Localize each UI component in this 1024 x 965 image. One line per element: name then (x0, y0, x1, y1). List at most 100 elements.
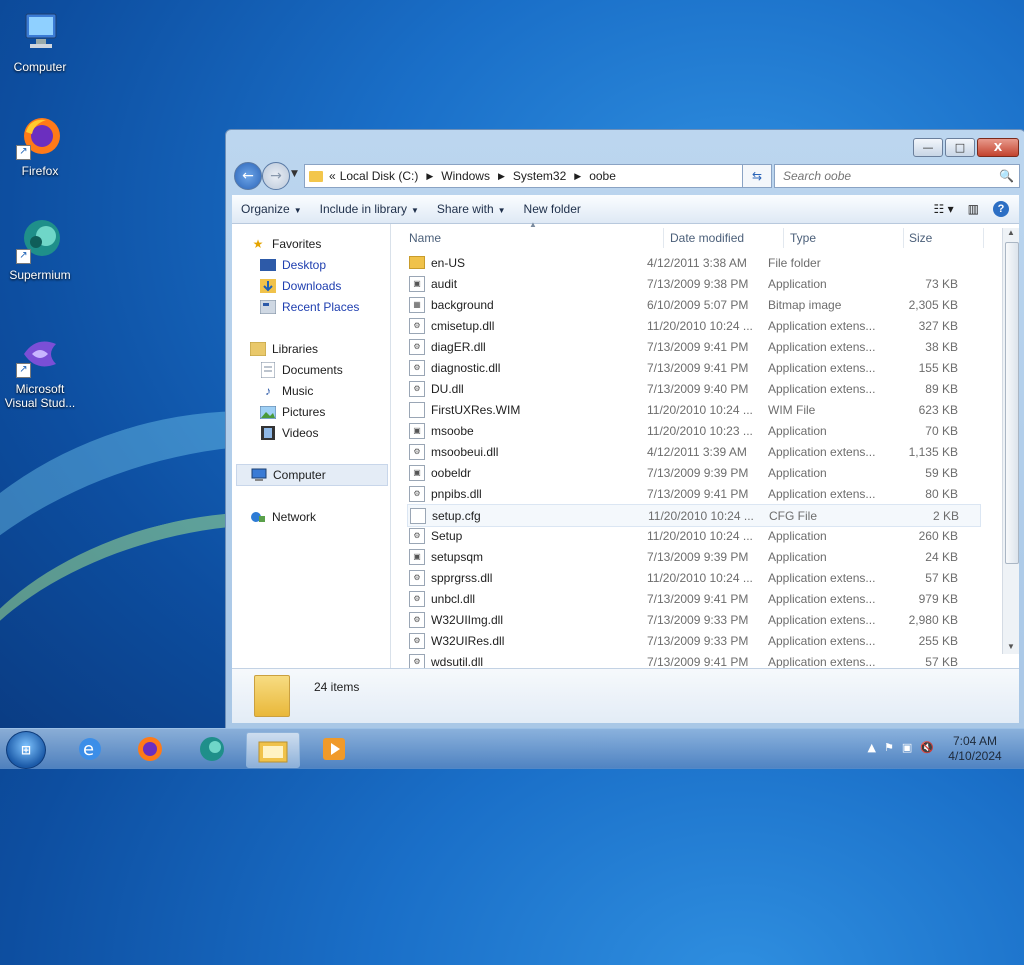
table-row[interactable]: ⚙ Setup 11/20/2010 10:24 ... Application 260… (407, 525, 979, 546)
taskbar-firefox[interactable] (124, 732, 176, 766)
nav-videos[interactable]: Videos (260, 423, 318, 443)
table-row[interactable]: ⚙ DU.dll 7/13/2009 9:40 PM Application exte… (407, 378, 979, 399)
address-bar[interactable]: « Local Disk (C:) ▶ Windows ▶ System32 ▶… (304, 164, 770, 188)
file-name: DU.dll (431, 381, 464, 396)
table-row[interactable]: ⚙ spprgrss.dll 11/20/2010 10:24 ... Applica… (407, 567, 979, 588)
nav-label: Favorites (272, 237, 322, 251)
windows-logo-icon: ⊞ (20, 743, 32, 757)
view-options-icon[interactable]: ☷ ▾ (934, 202, 954, 216)
nav-label: Videos (282, 426, 319, 440)
breadcrumb-overflow[interactable]: « (329, 169, 336, 183)
desktop-icon-computer[interactable]: Computer (0, 8, 80, 74)
file-type: Application extens... (768, 339, 876, 354)
network-status-icon[interactable]: ▣ (902, 741, 912, 754)
table-row[interactable]: ▣ oobeldr 7/13/2009 9:39 PM Application 59 K… (407, 462, 979, 483)
clock[interactable]: 7:04 AM 4/10/2024 (938, 734, 1012, 764)
show-hidden-icons-icon[interactable]: ▲ (868, 741, 876, 754)
table-row[interactable]: ⚙ W32UIImg.dll 7/13/2009 9:33 PM Applicatio… (407, 609, 979, 630)
volume-muted-icon[interactable]: 🔇 (920, 741, 934, 754)
column-header-name[interactable]: Name ▲ (409, 220, 664, 248)
include-in-library-button[interactable]: Include in library ▼ (311, 202, 428, 216)
table-row[interactable]: ⚙ diagER.dll 7/13/2009 9:41 PM Application … (407, 336, 979, 357)
nav-favorites[interactable]: ★ Favorites (250, 234, 322, 254)
table-row[interactable]: ⚙ msoobeui.dll 4/12/2011 3:39 AM Applicatio… (407, 441, 979, 462)
forward-button[interactable]: → (262, 162, 290, 190)
desktop-icon-supermium[interactable]: ↗ Supermium (0, 216, 80, 282)
preview-pane-icon[interactable]: ▥ (968, 202, 979, 216)
recent-pages-dropdown[interactable]: ▼ (291, 169, 298, 179)
table-row[interactable]: ▣ msoobe 11/20/2010 10:23 ... Application 70… (407, 420, 979, 441)
table-row[interactable]: en-US 4/12/2011 3:38 AM File folder (407, 252, 979, 273)
taskbar-internet-explorer[interactable]: e (64, 732, 116, 766)
nav-downloads[interactable]: Downloads (260, 276, 341, 296)
breadcrumb-local-disk[interactable]: Local Disk (C:) (340, 169, 419, 183)
table-row[interactable]: ⚙ diagnostic.dll 7/13/2009 9:41 PM Applicat… (407, 357, 979, 378)
new-folder-button[interactable]: New folder (515, 202, 590, 216)
minimize-button[interactable]: — (913, 138, 943, 157)
file-type: Application extens... (768, 612, 876, 627)
vertical-scrollbar[interactable]: ▲ ▼ (1002, 228, 1019, 654)
nav-recent-places[interactable]: Recent Places (260, 297, 359, 317)
refresh-button[interactable]: ⇆ (742, 164, 772, 188)
breadcrumb-system32[interactable]: System32 (513, 169, 566, 183)
back-button[interactable]: ← (234, 162, 262, 190)
nav-music[interactable]: ♪ Music (260, 381, 313, 401)
column-header-date[interactable]: Date modified (670, 228, 784, 248)
desktop-icon-visual-studio[interactable]: ↗ Microsoft Visual Stud... (0, 330, 80, 410)
table-row[interactable]: ▣ audit 7/13/2009 9:38 PM Application 73 KB (407, 273, 979, 294)
nav-pictures[interactable]: Pictures (260, 402, 325, 422)
file-name-cell: ⚙ W32UIRes.dll (407, 632, 647, 649)
table-row[interactable]: setup.cfg 11/20/2010 10:24 ... CFG File 2 K… (407, 504, 981, 527)
file-date: 4/12/2011 3:39 AM (647, 444, 747, 459)
action-center-flag-icon[interactable]: ⚑ (884, 741, 894, 754)
table-row[interactable]: ⚙ pnpibs.dll 7/13/2009 9:41 PM Application … (407, 483, 979, 504)
nav-desktop[interactable]: Desktop (260, 255, 326, 275)
table-row[interactable]: ▦ background 6/10/2009 5:07 PM Bitmap image… (407, 294, 979, 315)
media-player-icon (323, 738, 345, 760)
close-button[interactable]: X (977, 138, 1019, 157)
search-icon[interactable]: 🔍 (999, 169, 1014, 183)
file-name-cell: ⚙ spprgrss.dll (407, 569, 647, 586)
nav-documents[interactable]: Documents (260, 360, 343, 380)
breadcrumb-oobe[interactable]: oobe (589, 169, 616, 183)
table-row[interactable]: ⚙ W32UIRes.dll 7/13/2009 9:33 PM Applicatio… (407, 630, 979, 651)
nav-computer[interactable]: Computer (236, 464, 388, 486)
table-row[interactable]: FirstUXRes.WIM 11/20/2010 10:24 ... WIM Fi… (407, 399, 979, 420)
scroll-up-icon[interactable]: ▲ (1003, 228, 1019, 240)
taskbar-explorer[interactable] (246, 732, 300, 768)
organize-button[interactable]: Organize ▼ (232, 202, 311, 216)
help-icon[interactable]: ? (993, 201, 1009, 217)
file-list: Name ▲ Date modified Type Size en-US 4/12/… (391, 220, 1019, 670)
table-row[interactable]: ⚙ unbcl.dll 7/13/2009 9:41 PM Application e… (407, 588, 979, 609)
column-header-type[interactable]: Type (790, 228, 904, 248)
file-date: 7/13/2009 9:41 PM (647, 591, 749, 606)
arrow-right-icon: → (270, 168, 282, 184)
scrollbar-thumb[interactable] (1005, 242, 1019, 564)
dll-icon: ⚙ (409, 632, 425, 649)
nav-libraries[interactable]: Libraries (250, 339, 318, 359)
maximize-button[interactable]: □ (945, 138, 975, 157)
file-type: WIM File (768, 402, 816, 417)
file-name: diagER.dll (431, 339, 486, 354)
scroll-down-icon[interactable]: ▼ (1003, 642, 1019, 654)
nav-label: Recent Places (282, 300, 360, 314)
share-with-button[interactable]: Share with ▼ (428, 202, 515, 216)
start-button[interactable]: ⊞ (6, 731, 46, 769)
table-row[interactable]: ⚙ cmisetup.dll 11/20/2010 10:24 ... Applica… (407, 315, 979, 336)
file-date: 7/13/2009 9:41 PM (647, 486, 749, 501)
file-name-cell: FirstUXRes.WIM (407, 401, 647, 418)
desktop-icon-firefox[interactable]: ↗ Firefox (0, 112, 80, 178)
search-input[interactable] (781, 168, 999, 184)
breadcrumb-separator-icon[interactable]: ▶ (574, 171, 581, 182)
breadcrumb-windows[interactable]: Windows (441, 169, 490, 183)
taskbar-supermium[interactable] (186, 732, 238, 766)
nav-network[interactable]: Network (250, 507, 316, 527)
breadcrumb-separator-icon[interactable]: ▶ (426, 171, 433, 182)
file-size: 24 KB (925, 549, 958, 564)
table-row[interactable]: ▣ setupsqm 7/13/2009 9:39 PM Application 24 … (407, 546, 979, 567)
column-header-size[interactable]: Size (909, 228, 984, 248)
search-box[interactable]: 🔍 (774, 164, 1020, 188)
breadcrumb-separator-icon[interactable]: ▶ (498, 171, 505, 182)
taskbar-media-player[interactable] (308, 732, 360, 766)
chevron-down-icon: ▼ (293, 206, 302, 215)
